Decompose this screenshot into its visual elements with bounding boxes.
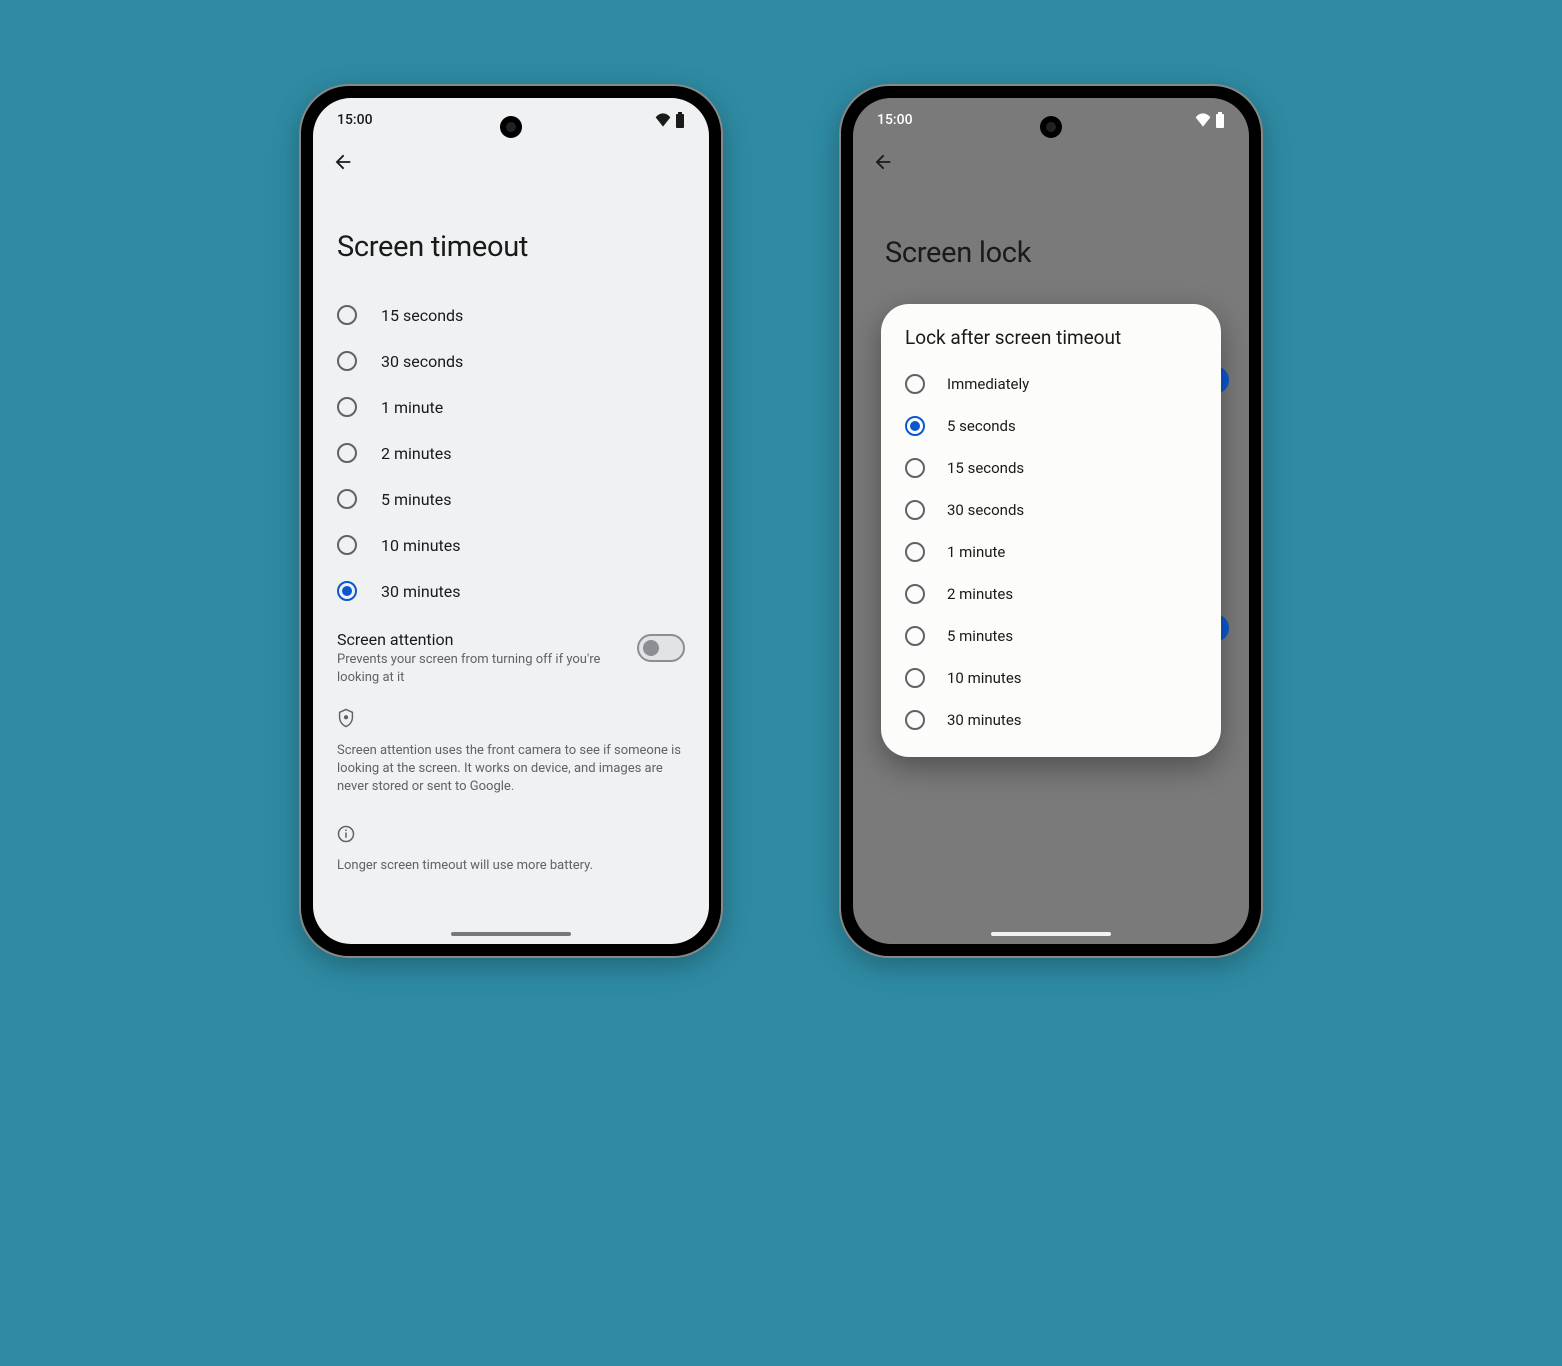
toggle-thumb-icon	[643, 640, 659, 656]
privacy-note: Screen attention uses the front camera t…	[337, 742, 685, 797]
dialog-title: Lock after screen timeout	[901, 326, 1201, 349]
timeout-option[interactable]: 5 minutes	[325, 476, 697, 522]
lock-option-label: 2 minutes	[947, 585, 1013, 603]
lock-option[interactable]: 1 minute	[901, 531, 1201, 573]
lock-option-label: Immediately	[947, 375, 1029, 393]
radio-icon	[905, 374, 925, 394]
radio-icon	[905, 458, 925, 478]
screen-lock-page: 15:00 Screen lock Lock after screen time…	[853, 98, 1249, 944]
timeout-option[interactable]: 30 seconds	[325, 338, 697, 384]
radio-icon	[337, 305, 357, 325]
timeout-option-label: 10 minutes	[381, 536, 461, 555]
phone-frame-right: 15:00 Screen lock Lock after screen time…	[841, 86, 1261, 956]
timeout-option-label: 5 minutes	[381, 490, 452, 509]
timeout-option[interactable]: 1 minute	[325, 384, 697, 430]
back-button[interactable]	[331, 150, 355, 174]
arrow-back-icon	[332, 151, 354, 173]
timeout-option-label: 15 seconds	[381, 306, 463, 325]
screen-attention-row[interactable]: Screen attention Prevents your screen fr…	[313, 614, 709, 694]
nav-handle-icon[interactable]	[451, 932, 571, 936]
timeout-options: 15 seconds 30 seconds 1 minute 2 minutes 5 m…	[313, 292, 709, 614]
privacy-block: Screen attention uses the front camera t…	[313, 694, 709, 811]
lock-option[interactable]: 5 minutes	[901, 615, 1201, 657]
screen-attention-sub: Prevents your screen from turning off if…	[337, 651, 621, 686]
radio-icon	[337, 351, 357, 371]
lock-option[interactable]: 30 minutes	[901, 699, 1201, 741]
camera-hole-icon	[500, 116, 522, 138]
lock-option-label: 5 minutes	[947, 627, 1013, 645]
lock-option[interactable]: 10 minutes	[901, 657, 1201, 699]
radio-icon	[337, 397, 357, 417]
radio-icon	[337, 581, 357, 601]
timeout-option-label: 30 minutes	[381, 582, 461, 601]
status-icons	[655, 112, 685, 128]
radio-icon	[905, 668, 925, 688]
battery-icon	[675, 112, 685, 128]
radio-icon	[905, 416, 925, 436]
radio-icon	[337, 535, 357, 555]
timeout-option[interactable]: 30 minutes	[325, 568, 697, 614]
status-time: 15:00	[337, 112, 373, 128]
timeout-option[interactable]: 2 minutes	[325, 430, 697, 476]
lock-timeout-options: Immediately 5 seconds 15 seconds 30 seconds…	[901, 363, 1201, 741]
lock-option-label: 1 minute	[947, 543, 1005, 561]
screen-attention-title: Screen attention	[337, 630, 621, 649]
battery-note: Longer screen timeout will use more batt…	[337, 857, 685, 875]
timeout-option-label: 1 minute	[381, 398, 443, 417]
lock-option-label: 15 seconds	[947, 459, 1024, 477]
battery-block: Longer screen timeout will use more batt…	[313, 811, 709, 889]
radio-icon	[905, 710, 925, 730]
radio-icon	[905, 542, 925, 562]
wifi-icon	[655, 113, 671, 127]
lock-option[interactable]: 30 seconds	[901, 489, 1201, 531]
shield-icon	[337, 708, 685, 732]
lock-option-label: 30 seconds	[947, 501, 1024, 519]
lock-option-label: 10 minutes	[947, 669, 1022, 687]
radio-icon	[905, 500, 925, 520]
lock-option-label: 5 seconds	[947, 417, 1016, 435]
lock-option[interactable]: 2 minutes	[901, 573, 1201, 615]
camera-hole-icon	[1040, 116, 1062, 138]
lock-option[interactable]: Immediately	[901, 363, 1201, 405]
lock-option-label: 30 minutes	[947, 711, 1022, 729]
phone-frame-left: 15:00 Screen timeout 15 seconds 30 second…	[301, 86, 721, 956]
lock-option[interactable]: 5 seconds	[901, 405, 1201, 447]
screen-timeout-page: 15:00 Screen timeout 15 seconds 30 second…	[313, 98, 709, 944]
info-icon	[337, 825, 685, 847]
page-title: Screen timeout	[313, 188, 709, 292]
radio-icon	[337, 443, 357, 463]
timeout-option[interactable]: 10 minutes	[325, 522, 697, 568]
header	[313, 136, 709, 188]
timeout-option-label: 2 minutes	[381, 444, 452, 463]
timeout-option[interactable]: 15 seconds	[325, 292, 697, 338]
radio-icon	[905, 584, 925, 604]
screen-attention-toggle[interactable]	[637, 634, 685, 662]
timeout-option-label: 30 seconds	[381, 352, 463, 371]
radio-icon	[905, 626, 925, 646]
dialog-scrim[interactable]: Lock after screen timeout Immediately 5 s…	[853, 98, 1249, 944]
nav-handle-icon[interactable]	[991, 932, 1111, 936]
radio-icon	[337, 489, 357, 509]
lock-timeout-dialog: Lock after screen timeout Immediately 5 s…	[881, 304, 1221, 757]
lock-option[interactable]: 15 seconds	[901, 447, 1201, 489]
